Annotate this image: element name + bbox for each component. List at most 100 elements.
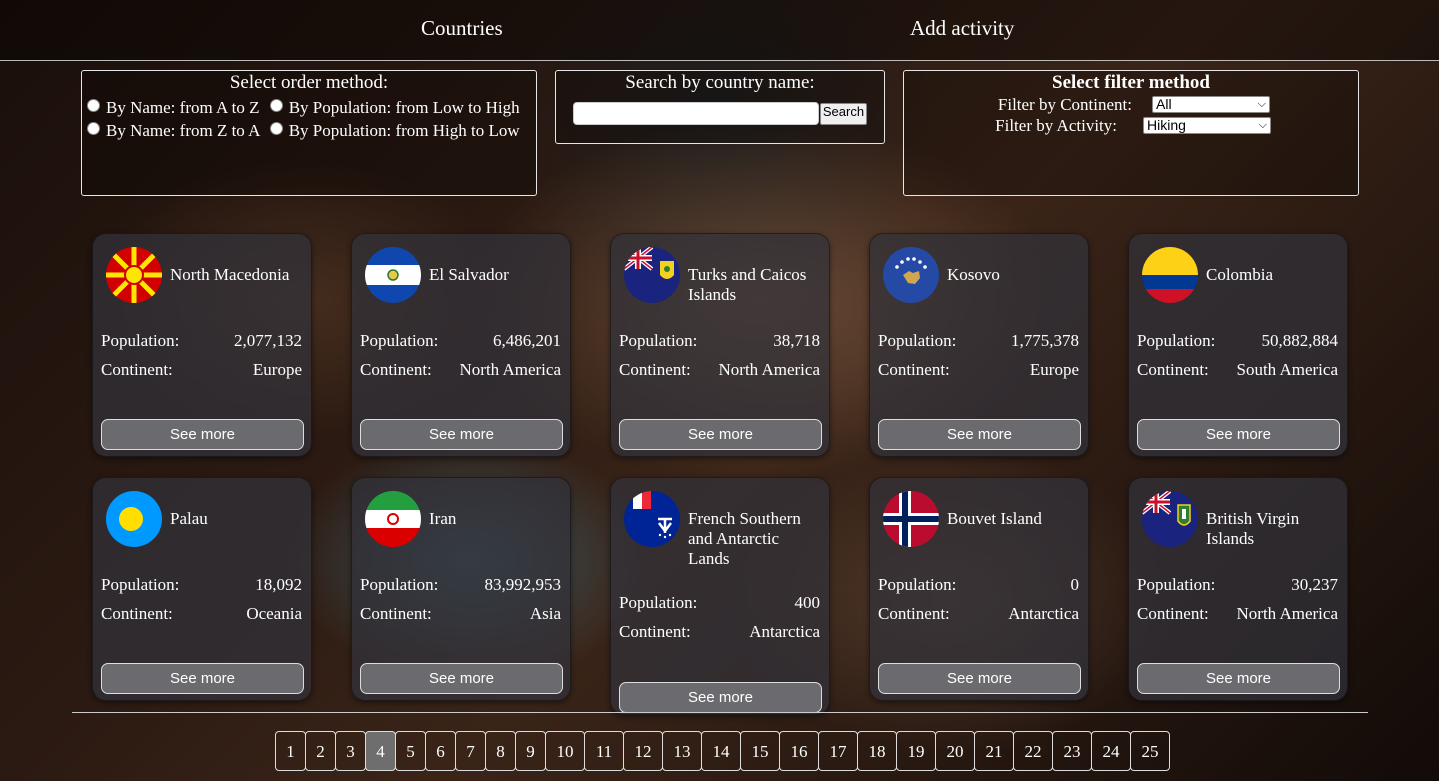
continent-row: Continent: North America — [1137, 604, 1338, 624]
country-card: Palau Population: 18,092 Continent: Oceania S… — [92, 477, 312, 701]
see-more-button[interactable]: See more — [101, 419, 304, 450]
population-value: 400 — [794, 593, 821, 612]
page-button-20[interactable]: 20 — [935, 731, 975, 771]
page-button-7[interactable]: 7 — [455, 731, 486, 771]
see-more-button[interactable]: See more — [878, 663, 1081, 694]
order-name-za-option[interactable]: By Name: from Z to A — [86, 121, 259, 140]
nav-add-activity-link[interactable]: Add activity — [910, 16, 1014, 41]
continent-row: Continent: North America — [619, 360, 820, 380]
iran-flag-icon — [365, 491, 421, 547]
filter-continent-select[interactable]: All ⌵ — [1152, 96, 1270, 113]
page-button-4[interactable]: 4 — [365, 731, 396, 771]
filter-activity-value: Hiking — [1147, 117, 1186, 133]
search-input[interactable] — [572, 102, 819, 125]
bouvet-island-flag-icon — [883, 491, 939, 547]
continent-value: Antarctica — [1008, 604, 1079, 623]
see-more-button[interactable]: See more — [1137, 663, 1340, 694]
page-button-5[interactable]: 5 — [395, 731, 426, 771]
pagination-divider — [72, 712, 1368, 713]
order-name-az-radio[interactable] — [87, 99, 100, 112]
page-button-21[interactable]: 21 — [974, 731, 1014, 771]
population-label: Population: — [360, 331, 439, 350]
see-more-button[interactable]: See more — [619, 682, 822, 713]
page-button-13[interactable]: 13 — [662, 731, 702, 771]
filter-activity-select[interactable]: Hiking ⌵ — [1143, 117, 1271, 134]
filter-activity-label: Filter by Activity: — [995, 115, 1117, 135]
country-card: North Macedonia Population: 2,077,132 Conti… — [92, 233, 312, 457]
see-more-button[interactable]: See more — [1137, 419, 1340, 450]
page-button-9[interactable]: 9 — [515, 731, 546, 771]
order-panel-title: Select order method: — [229, 72, 389, 93]
see-more-button[interactable]: See more — [360, 663, 563, 694]
country-name: French Southern and Antarctic Lands — [688, 509, 801, 568]
continent-label: Continent: — [101, 360, 173, 379]
see-more-button[interactable]: See more — [360, 419, 563, 450]
continent-row: Continent: North America — [360, 360, 561, 380]
page-button-12[interactable]: 12 — [623, 731, 663, 771]
order-pop-high-low-option[interactable]: By Population: from High to Low — [264, 121, 520, 140]
order-name-az-option[interactable]: By Name: from A to Z — [86, 98, 259, 117]
el-salvador-flag-icon — [365, 247, 421, 303]
continent-row: Continent: Antarctica — [619, 622, 820, 642]
search-button[interactable]: Search — [819, 102, 868, 125]
page-button-6[interactable]: 6 — [425, 731, 456, 771]
population-value: 50,882,884 — [1261, 331, 1339, 350]
continent-row: Continent: Europe — [878, 360, 1079, 380]
population-row: Population: 1,775,378 — [878, 331, 1079, 351]
page-button-19[interactable]: 19 — [896, 731, 936, 771]
population-label: Population: — [619, 593, 698, 612]
country-card: Turks and Caicos Islands Population: 38,71… — [610, 233, 830, 457]
page-button-16[interactable]: 16 — [779, 731, 819, 771]
order-pop-high-low-radio[interactable] — [269, 122, 283, 135]
population-row: Population: 400 — [619, 593, 820, 613]
palau-flag-icon — [106, 491, 162, 547]
population-label: Population: — [619, 331, 698, 350]
population-value: 38,718 — [773, 331, 820, 350]
see-more-button[interactable]: See more — [619, 419, 822, 450]
continent-row: Continent: Antarctica — [878, 604, 1079, 624]
page-button-14[interactable]: 14 — [701, 731, 741, 771]
page-button-11[interactable]: 11 — [584, 731, 624, 771]
population-value: 30,237 — [1291, 575, 1338, 594]
page-button-3[interactable]: 3 — [335, 731, 366, 771]
continent-label: Continent: — [1137, 360, 1209, 379]
filter-panel: Select filter method Filter by Continent… — [903, 70, 1359, 196]
population-row: Population: 38,718 — [619, 331, 820, 351]
page-button-23[interactable]: 23 — [1052, 731, 1092, 771]
country-name: Iran — [429, 509, 457, 528]
page-button-2[interactable]: 2 — [305, 731, 336, 771]
continent-value: Europe — [252, 360, 302, 379]
page-button-18[interactable]: 18 — [857, 731, 897, 771]
page-button-24[interactable]: 24 — [1091, 731, 1131, 771]
continent-label: Continent: — [360, 360, 432, 379]
page-button-22[interactable]: 22 — [1013, 731, 1053, 771]
french-southern-lands-flag-icon — [624, 491, 680, 547]
population-row: Population: 30,237 — [1137, 575, 1338, 595]
page-button-10[interactable]: 10 — [545, 731, 585, 771]
population-row: Population: 6,486,201 — [360, 331, 561, 351]
see-more-button[interactable]: See more — [878, 419, 1081, 450]
continent-row: Continent: Europe — [101, 360, 302, 380]
chevron-down-icon: ⌵ — [1258, 119, 1267, 131]
see-more-button[interactable]: See more — [101, 663, 304, 694]
population-value: 1,775,378 — [1011, 331, 1079, 350]
nav-countries-link[interactable]: Countries — [421, 16, 503, 41]
population-label: Population: — [878, 331, 957, 350]
continent-value: Antarctica — [749, 622, 820, 641]
page-button-25[interactable]: 25 — [1130, 731, 1170, 771]
search-panel: Search by country name: Search — [555, 70, 885, 144]
page-button-8[interactable]: 8 — [485, 731, 516, 771]
page-button-17[interactable]: 17 — [818, 731, 858, 771]
order-name-az-label: By Name: from A to Z — [106, 98, 260, 117]
order-pop-low-high-radio[interactable] — [269, 99, 283, 112]
order-name-za-radio[interactable] — [87, 122, 100, 135]
page-button-15[interactable]: 15 — [740, 731, 780, 771]
turks-caicos-flag-icon — [624, 247, 680, 303]
continent-value: South America — [1236, 360, 1338, 379]
kosovo-flag-icon — [883, 247, 939, 303]
continent-label: Continent: — [619, 622, 691, 641]
order-pop-high-low-label: By Population: from High to Low — [288, 121, 520, 140]
order-pop-low-high-option[interactable]: By Population: from Low to High — [264, 98, 520, 117]
north-macedonia-flag-icon — [106, 247, 162, 303]
page-button-1[interactable]: 1 — [275, 731, 306, 771]
